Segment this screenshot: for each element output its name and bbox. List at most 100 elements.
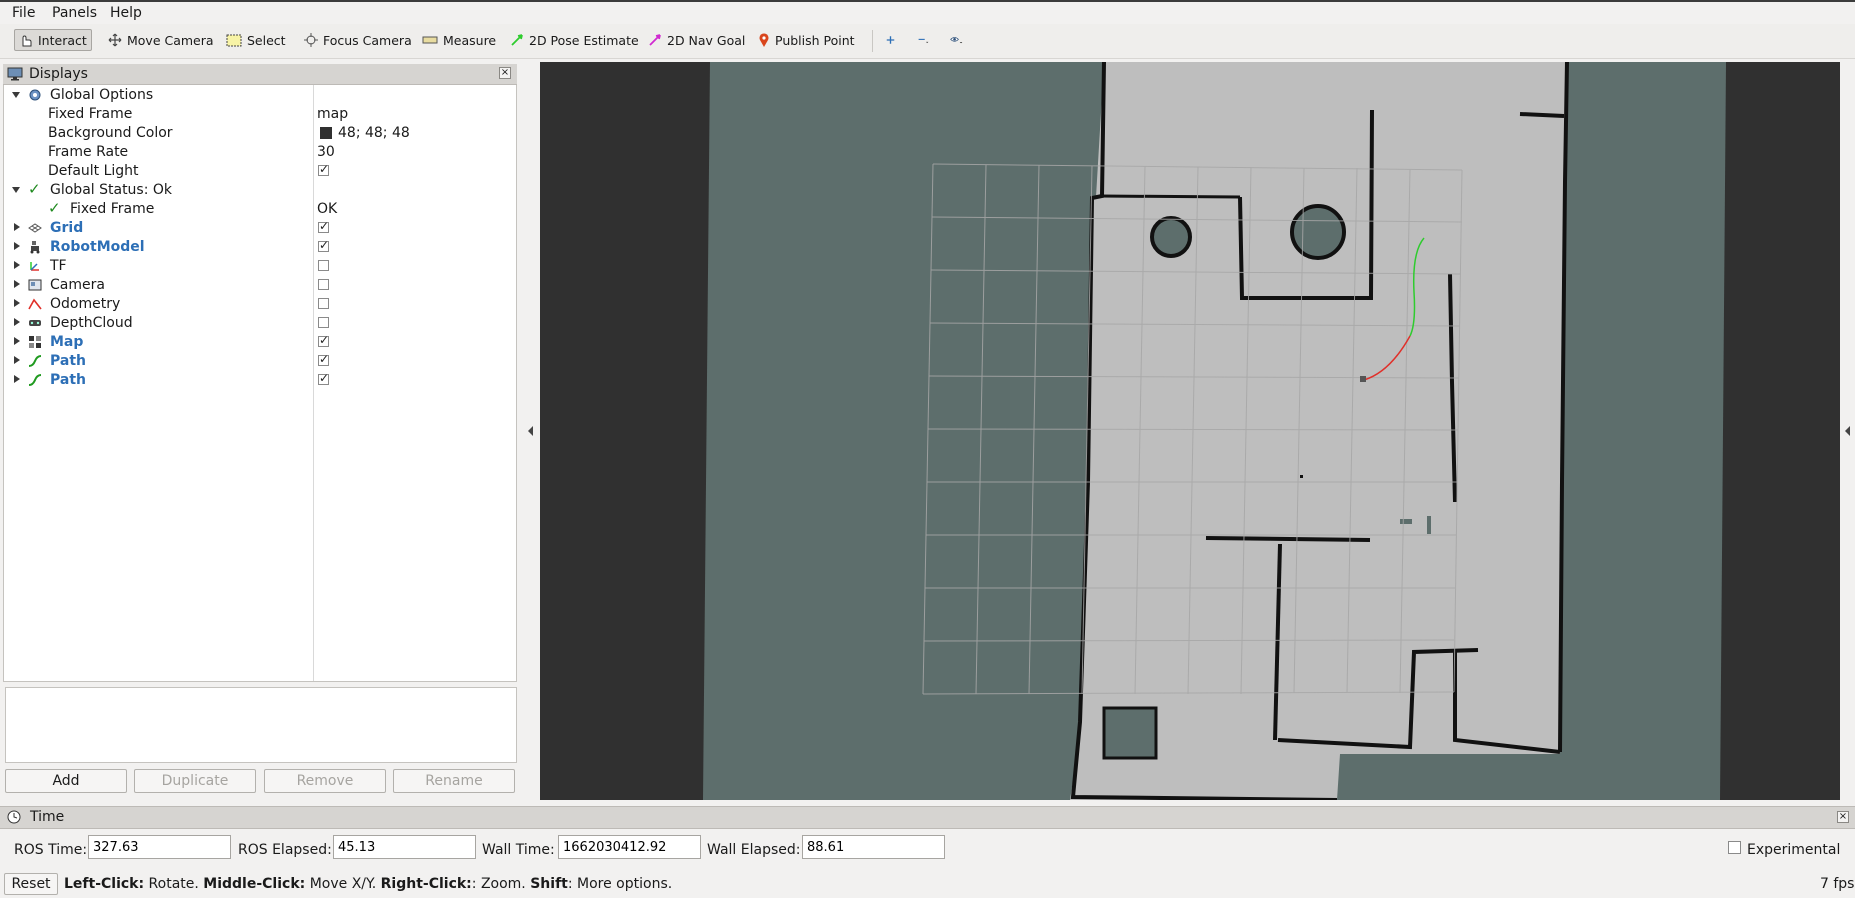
render-viewport[interactable] — [540, 62, 1840, 800]
pose-estimate-tool-button[interactable]: 2D Pose Estimate — [506, 29, 643, 51]
map-checkbox[interactable] — [318, 333, 329, 347]
select-label: Select — [247, 32, 286, 48]
wall-time-field[interactable] — [558, 835, 701, 859]
measure-tool-button[interactable]: Measure — [418, 29, 500, 51]
expand-arrow[interactable] — [14, 356, 20, 364]
map-obstacle — [1102, 706, 1158, 760]
robot-marker — [1360, 376, 1366, 382]
tree-row-frame-rate[interactable]: Frame Rate 30 — [4, 143, 516, 162]
publish-point-tool-button[interactable]: Publish Point — [754, 29, 859, 51]
robotmodel-checkbox[interactable] — [318, 238, 329, 252]
expand-arrow[interactable] — [14, 337, 20, 345]
measure-label: Measure — [443, 32, 497, 48]
default-light-label: Default Light — [48, 163, 139, 179]
menu-file[interactable]: File — [12, 5, 35, 21]
path-checkbox[interactable] — [318, 371, 329, 385]
move-camera-label: Move Camera — [127, 32, 214, 48]
magenta-arrow-icon — [649, 34, 661, 46]
display-label-path: Path — [50, 353, 86, 369]
tree-row-background-color[interactable]: Background Color 48; 48; 48 — [4, 124, 516, 143]
camera-icon — [28, 279, 42, 291]
path-icon — [28, 355, 42, 367]
camera-checkbox[interactable] — [318, 279, 329, 290]
tf-icon — [30, 262, 39, 271]
left-panel-collapse-arrow[interactable] — [528, 426, 533, 436]
color-swatch[interactable] — [320, 127, 332, 139]
odometry-checkbox[interactable] — [318, 298, 329, 309]
remove-tool-button[interactable] — [914, 29, 938, 51]
tree-row-global-options[interactable]: Global Options — [4, 86, 516, 105]
time-close-button[interactable]: × — [1837, 811, 1849, 823]
map-speck — [1300, 475, 1303, 478]
expand-arrow[interactable] — [14, 242, 20, 250]
remove-display-button[interactable]: Remove — [264, 769, 386, 793]
global-options-label: Global Options — [50, 87, 154, 103]
wall-elapsed-field[interactable] — [802, 835, 945, 859]
default-light-checkbox[interactable] — [318, 162, 329, 176]
expand-arrow[interactable] — [12, 92, 20, 98]
robot-model-icon — [30, 241, 40, 254]
tree-row-fixed-frame[interactable]: Fixed Frame map — [4, 105, 516, 124]
reset-button[interactable]: Reset — [4, 873, 58, 895]
interact-label: Interact — [38, 32, 87, 48]
tree-row-default-light[interactable]: Default Light — [4, 162, 516, 181]
rename-display-button[interactable]: Rename — [393, 769, 515, 793]
menu-help[interactable]: Help — [110, 5, 142, 21]
tf-checkbox[interactable] — [318, 260, 329, 271]
focus-camera-icon — [304, 33, 318, 47]
expand-arrow[interactable] — [14, 223, 20, 231]
nav-goal-tool-button[interactable]: 2D Nav Goal — [644, 29, 749, 51]
tree-row-robotmodel[interactable]: RobotModel — [4, 238, 516, 257]
map-wall — [1099, 194, 1241, 199]
tree-row-camera[interactable]: Camera — [4, 276, 516, 295]
hint-middle-click-desc: Move X/Y. — [305, 876, 381, 892]
expand-arrow[interactable] — [14, 299, 20, 307]
move-camera-tool-button[interactable]: Move Camera — [104, 29, 218, 51]
tree-row-map[interactable]: Map — [4, 333, 516, 352]
time-panel-header: Time × — [0, 806, 1855, 829]
path-icon — [28, 374, 42, 386]
right-panel-collapse-arrow[interactable] — [1845, 426, 1850, 436]
displays-close-button[interactable]: × — [499, 67, 511, 79]
tree-row-global-status[interactable]: ✓ Global Status: Ok — [4, 180, 516, 200]
tree-row-path-1[interactable]: Path — [4, 352, 516, 371]
expand-arrow[interactable] — [14, 375, 20, 383]
path-checkbox[interactable] — [318, 352, 329, 366]
expand-arrow[interactable] — [12, 187, 20, 193]
nav-goal-label: 2D Nav Goal — [667, 32, 746, 48]
select-tool-button[interactable]: Select — [222, 29, 290, 51]
fixed-frame-value[interactable]: map — [317, 106, 348, 122]
expand-arrow[interactable] — [14, 280, 20, 288]
tree-row-path-2[interactable]: Path — [4, 371, 516, 390]
display-label-map: Map — [50, 334, 84, 350]
tree-row-status-fixed-frame[interactable]: ✓ Fixed Frame OK — [4, 199, 516, 219]
background-color-value[interactable]: 48; 48; 48 — [338, 125, 410, 141]
expand-arrow[interactable] — [14, 318, 20, 326]
display-label-odometry: Odometry — [50, 296, 121, 312]
tree-row-tf[interactable]: TF — [4, 257, 516, 276]
display-label-tf: TF — [50, 258, 67, 274]
tree-row-depthcloud[interactable]: DepthCloud — [4, 314, 516, 333]
grid-checkbox[interactable] — [318, 219, 329, 233]
expand-arrow[interactable] — [14, 261, 20, 269]
menu-panels[interactable]: Panels — [52, 5, 97, 21]
background-color-label: Background Color — [48, 125, 173, 141]
time-fields-row: ROS Time: ROS Elapsed: Wall Time: Wall E… — [0, 829, 1855, 869]
map-render[interactable] — [540, 62, 1840, 800]
duplicate-display-button[interactable]: Duplicate — [134, 769, 256, 793]
experimental-checkbox[interactable] — [1728, 841, 1741, 854]
ros-time-label: ROS Time: — [14, 842, 88, 858]
add-tool-button[interactable] — [882, 29, 904, 51]
tree-row-grid[interactable]: Grid — [4, 219, 516, 238]
add-display-button[interactable]: Add — [5, 769, 127, 793]
depthcloud-checkbox[interactable] — [318, 317, 329, 328]
view-tool-button[interactable] — [946, 29, 972, 51]
ros-time-field[interactable] — [88, 835, 231, 859]
focus-camera-tool-button[interactable]: Focus Camera — [300, 29, 416, 51]
map-obstacle — [1290, 204, 1346, 260]
interact-tool-button[interactable]: Interact — [14, 29, 92, 51]
ros-elapsed-field[interactable] — [333, 835, 476, 859]
tree-row-odometry[interactable]: Odometry — [4, 295, 516, 314]
frame-rate-value[interactable]: 30 — [317, 144, 335, 160]
select-box-icon — [226, 34, 242, 46]
